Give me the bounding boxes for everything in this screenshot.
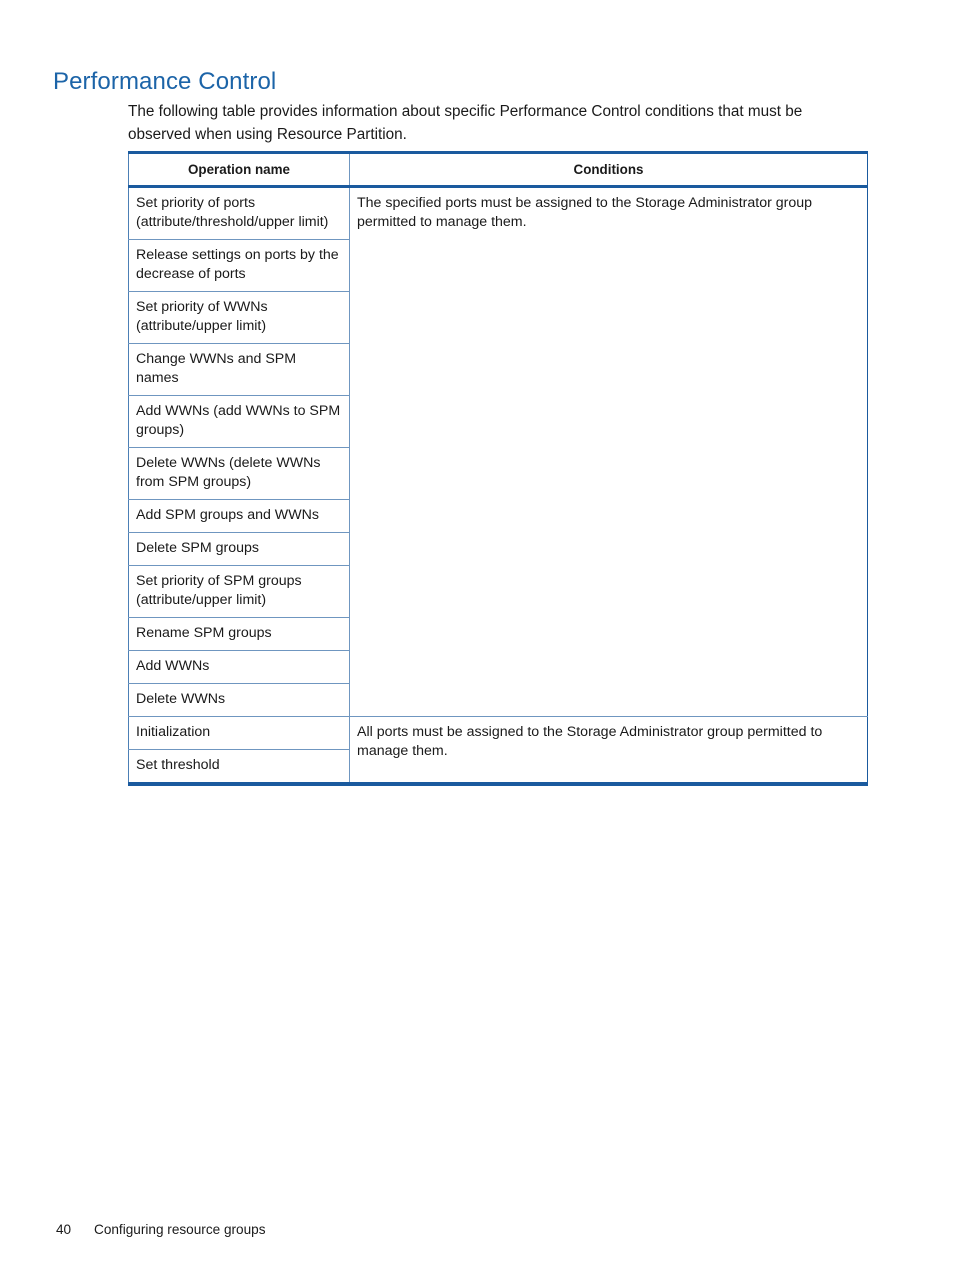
column-header-operation-name: Operation name: [128, 152, 350, 188]
footer-chapter-label: Configuring resource groups: [94, 1222, 266, 1237]
cell-operation-name: Add WWNs (add WWNs to SPM groups): [128, 395, 350, 448]
cell-operation-name: Rename SPM groups: [128, 617, 350, 651]
cell-operation-name: Set threshold: [128, 749, 350, 784]
cell-operation-name: Add WWNs: [128, 650, 350, 684]
intro-paragraph: The following table provides information…: [128, 103, 803, 143]
cell-operation-name: Delete SPM groups: [128, 532, 350, 566]
footer-page-number: 40: [56, 1222, 72, 1237]
table-row: Initialization All ports must be assigne…: [128, 716, 868, 784]
cell-operation-name: Set priority of SPM groups (attribute/up…: [128, 565, 350, 618]
column-header-conditions: Conditions: [349, 152, 868, 188]
cell-condition: All ports must be assigned to the Storag…: [349, 716, 868, 784]
cell-operation-name: Set priority of WWNs (attribute/upper li…: [128, 291, 350, 344]
conditions-table: Operation name Conditions Set priority o…: [128, 151, 868, 786]
table-body: Set priority of ports (attribute/thresho…: [128, 186, 868, 784]
page-footer: 40 Configuring resource groups: [56, 1222, 266, 1237]
cell-operation-name: Change WWNs and SPM names: [128, 343, 350, 396]
table-header-row: Operation name Conditions: [128, 152, 868, 188]
cell-operation-name: Add SPM groups and WWNs: [128, 499, 350, 533]
document-page: Performance Control The following table …: [0, 0, 954, 1271]
cell-operation-name: Initialization: [128, 716, 350, 750]
cell-operation-name: Release settings on ports by the decreas…: [128, 239, 350, 292]
conditions-table-wrapper: Operation name Conditions Set priority o…: [128, 151, 868, 786]
table-header: Operation name Conditions: [128, 152, 868, 188]
cell-operation-name: Delete WWNs (delete WWNs from SPM groups…: [128, 447, 350, 500]
page-title: Performance Control: [53, 68, 277, 96]
cell-operation-name: Delete WWNs: [128, 683, 350, 717]
cell-operation-name: Set priority of ports (attribute/thresho…: [128, 186, 350, 240]
table-row: Set priority of ports (attribute/thresho…: [128, 186, 868, 717]
cell-condition: The specified ports must be assigned to …: [349, 186, 868, 717]
